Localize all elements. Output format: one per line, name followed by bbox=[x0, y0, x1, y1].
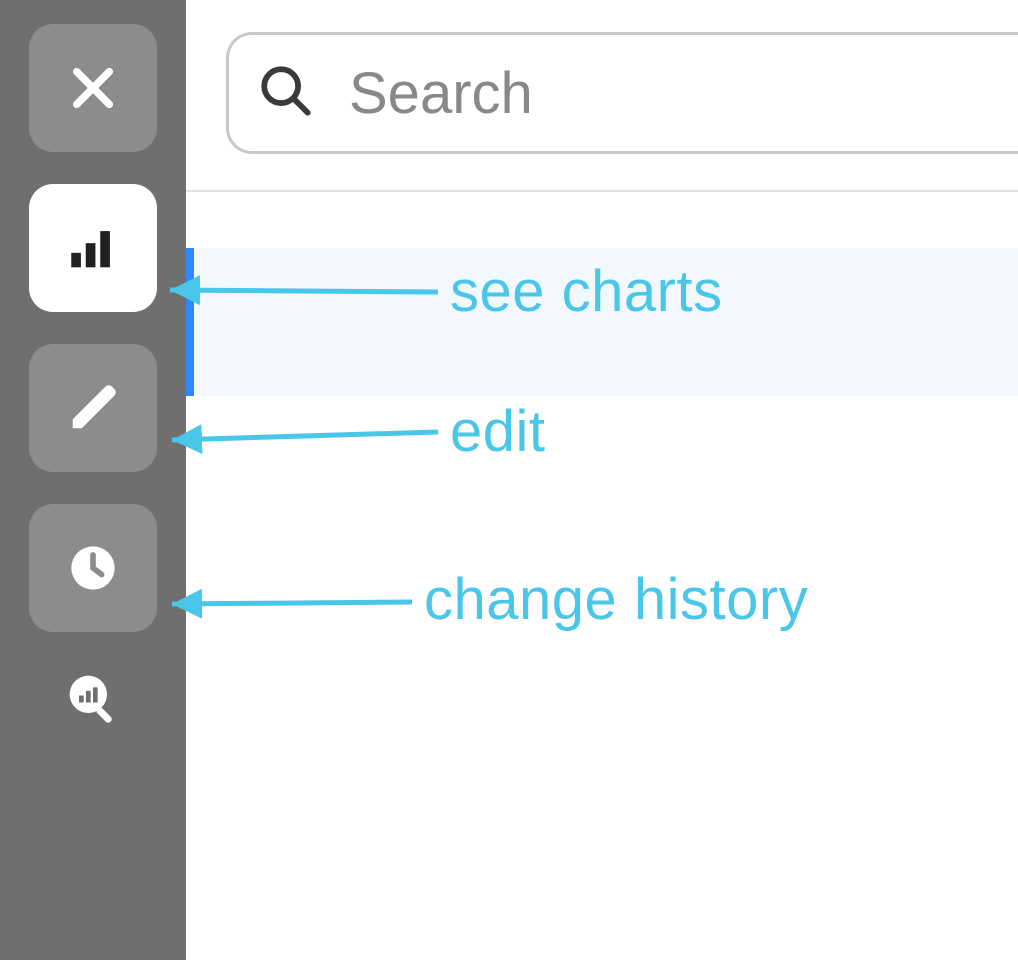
search-input[interactable] bbox=[349, 60, 1018, 127]
close-button[interactable] bbox=[29, 24, 157, 152]
selected-row-background bbox=[186, 248, 1018, 396]
divider bbox=[186, 190, 1018, 192]
edit-button[interactable] bbox=[29, 344, 157, 472]
bar-chart-icon bbox=[64, 219, 122, 277]
selected-row-accent bbox=[186, 248, 194, 396]
pencil-icon bbox=[66, 381, 120, 435]
chart-magnifier-icon bbox=[65, 671, 121, 732]
search-icon bbox=[257, 62, 315, 125]
history-button[interactable] bbox=[29, 504, 157, 632]
main-panel bbox=[186, 0, 1018, 960]
close-icon bbox=[65, 60, 121, 116]
clock-icon bbox=[67, 542, 119, 594]
chart-search-button[interactable] bbox=[64, 672, 122, 730]
charts-button[interactable] bbox=[29, 184, 157, 312]
search-field[interactable] bbox=[226, 32, 1018, 154]
sidebar bbox=[0, 0, 186, 960]
